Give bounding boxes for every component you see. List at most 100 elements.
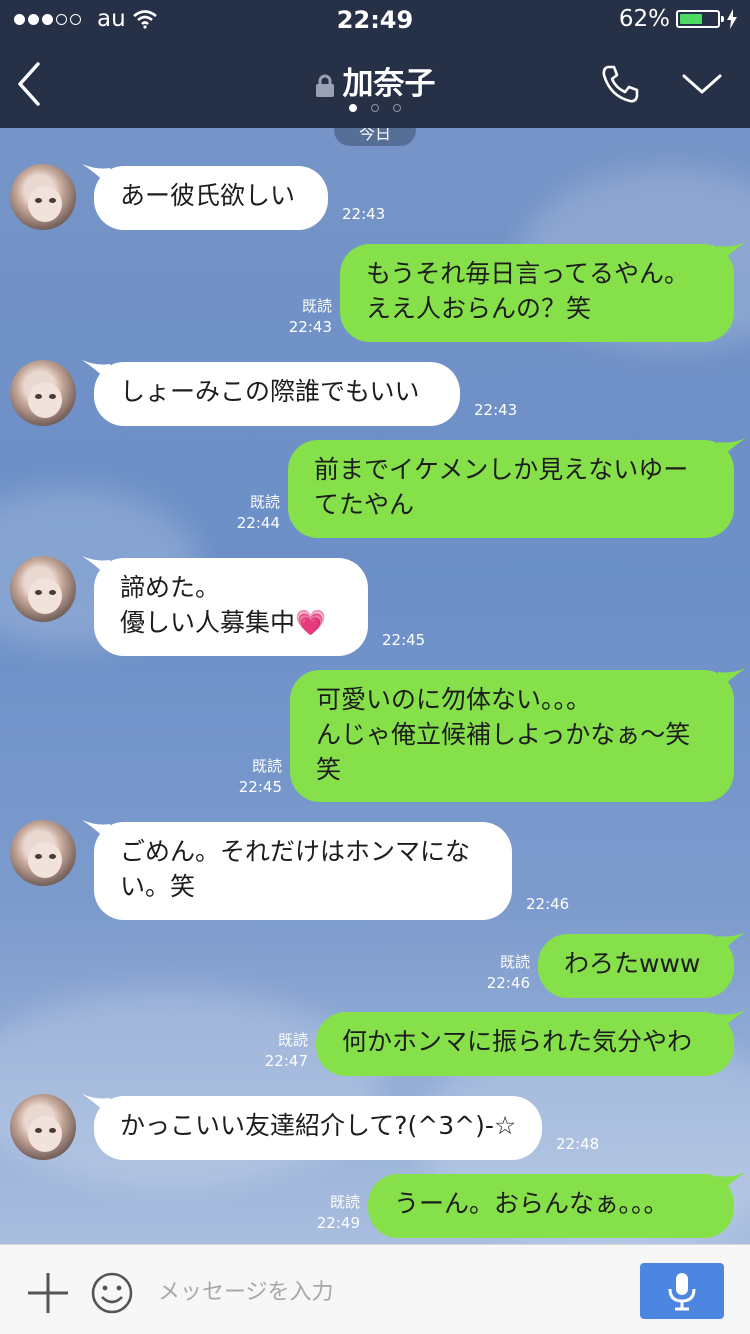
chat-area[interactable]: 今日 あー彼氏欲しい 22:43 もうそれ毎日言ってるやん。 ええ人おらんの？笑 既読 2… (0, 128, 750, 1244)
outgoing-message[interactable]: 前までイケメンしか見えないゆー てたやん (288, 438, 746, 538)
avatar-eye (35, 394, 42, 399)
message-line: わろたwww (564, 949, 701, 978)
message-time: 22:49 (316, 1214, 360, 1232)
message-meta: 既読 22:47 (265, 1030, 308, 1072)
contact-avatar[interactable] (10, 360, 76, 426)
contact-avatar[interactable] (10, 164, 76, 230)
avatar-face (28, 578, 62, 614)
message-line: うーん。おらんなぁ。。。 (394, 1189, 669, 1218)
message-input[interactable] (158, 1269, 618, 1315)
smiley-icon (91, 1272, 133, 1314)
message-meta: 既読 22:43 (289, 296, 332, 338)
date-separator: 今日 (334, 128, 416, 146)
lock-icon (315, 74, 334, 97)
read-receipt: 既読 (251, 757, 282, 775)
message-line: しょーみこの際誰でもいい (120, 377, 420, 406)
avatar-eye (49, 854, 56, 859)
incoming-message[interactable]: ごめん。それだけはホンマにな い。笑 (82, 820, 512, 920)
outgoing-message[interactable]: うーん。おらんなぁ。。。 (368, 1172, 746, 1238)
bubble-tail (718, 668, 746, 692)
message-line: もうそれ毎日言ってるやん。 (366, 259, 690, 288)
outgoing-message[interactable]: わろたwww (538, 932, 746, 998)
read-receipt: 既読 (249, 493, 280, 511)
status-right: 62% (619, 6, 738, 32)
message-line: 前までイケメンしか見えないゆー (314, 455, 689, 484)
message-meta: 22:46 (526, 894, 569, 915)
battery-level (680, 14, 703, 24)
avatar-eye (49, 198, 56, 203)
message-time: 22:44 (236, 514, 280, 532)
read-receipt: 既読 (277, 1031, 308, 1049)
message-time: 22:45 (382, 631, 426, 649)
contact-avatar[interactable] (10, 1094, 76, 1160)
incoming-message[interactable]: かっこいい友達紹介して?(^3^)-☆ (82, 1094, 542, 1160)
avatar-eye (35, 590, 42, 595)
menu-toggle-button[interactable] (680, 66, 724, 102)
plus-icon (28, 1273, 68, 1313)
message-line: あー彼氏欲しい (120, 181, 296, 210)
header: au 22:49 62% 加奈子 (0, 0, 750, 128)
read-receipt: 既読 (301, 297, 332, 315)
message-line: 諦めた。 (120, 573, 221, 602)
bubble-tail (718, 438, 746, 462)
bubble-tail (82, 360, 110, 384)
battery-icon (676, 10, 724, 28)
bubble-tail (718, 1172, 746, 1196)
contact-avatar[interactable] (10, 820, 76, 886)
bubble-tail (718, 242, 746, 266)
message-time: 22:46 (526, 895, 570, 913)
message-meta: 既読 22:46 (487, 952, 530, 994)
page-dot (371, 104, 379, 112)
outgoing-message[interactable]: 何かホンマに振られた気分やわ (316, 1010, 746, 1076)
message-time: 22:45 (238, 778, 282, 796)
message-line: 可愛いのに勿体ない。。。 (316, 685, 592, 714)
message-time: 22:48 (556, 1135, 600, 1153)
avatar-eye (35, 1128, 42, 1133)
avatar-eye (35, 198, 42, 203)
message-line: い。笑 (120, 872, 196, 901)
message-meta: 22:45 (382, 630, 425, 651)
message-meta: 既読 22:45 (239, 756, 282, 798)
call-button[interactable] (598, 62, 642, 106)
incoming-message[interactable]: あー彼氏欲しい (82, 164, 328, 230)
incoming-message[interactable]: 諦めた。優しい人募集中💗 (82, 556, 368, 656)
bubble-tail (82, 556, 110, 580)
page-dot (349, 104, 357, 112)
message-meta: 22:43 (474, 400, 517, 421)
contact-avatar[interactable] (10, 556, 76, 622)
avatar-face (28, 382, 62, 418)
read-receipt: 既読 (499, 953, 530, 971)
sticker-button[interactable] (90, 1271, 134, 1315)
outgoing-message[interactable]: 可愛いのに勿体ない。。。んじゃ俺立候補しよっかなぁ〜笑笑 (290, 668, 746, 802)
avatar-eye (49, 394, 56, 399)
contact-name: 加奈子 (342, 66, 436, 102)
input-bar (0, 1244, 750, 1334)
outgoing-message[interactable]: もうそれ毎日言ってるやん。 ええ人おらんの？笑 (340, 242, 746, 342)
message-line: てたやん (314, 490, 415, 519)
message-line: かっこいい友達紹介して?(^3^)-☆ (120, 1111, 517, 1140)
bubble-tail (82, 820, 110, 844)
message-time: 22:43 (288, 318, 332, 336)
avatar-face (28, 1116, 62, 1152)
message-time: 22:46 (486, 974, 530, 992)
message-meta: 22:48 (556, 1134, 599, 1155)
message-meta: 22:43 (342, 204, 385, 225)
add-attachment-button[interactable] (26, 1271, 70, 1315)
avatar-face (28, 186, 62, 222)
message-line: 何かホンマに振られた気分やわ (342, 1027, 693, 1056)
incoming-message[interactable]: しょーみこの際誰でもいい (82, 360, 460, 426)
charging-icon (727, 9, 737, 29)
avatar-face (28, 842, 62, 878)
avatar-eye (35, 854, 42, 859)
bubble-tail (82, 164, 110, 188)
voice-input-button[interactable] (640, 1263, 724, 1319)
message-line: 優しい人募集中💗 (120, 608, 327, 637)
avatar-eye (49, 590, 56, 595)
bubble-tail (718, 932, 746, 956)
bubble-tail (718, 1010, 746, 1034)
chevron-down-icon (682, 74, 722, 94)
message-time: 22:43 (474, 401, 518, 419)
message-meta: 既読 22:49 (317, 1192, 360, 1234)
message-line: 笑 (316, 755, 342, 784)
message-line: んじゃ俺立候補しよっかなぁ〜笑 (316, 720, 691, 749)
